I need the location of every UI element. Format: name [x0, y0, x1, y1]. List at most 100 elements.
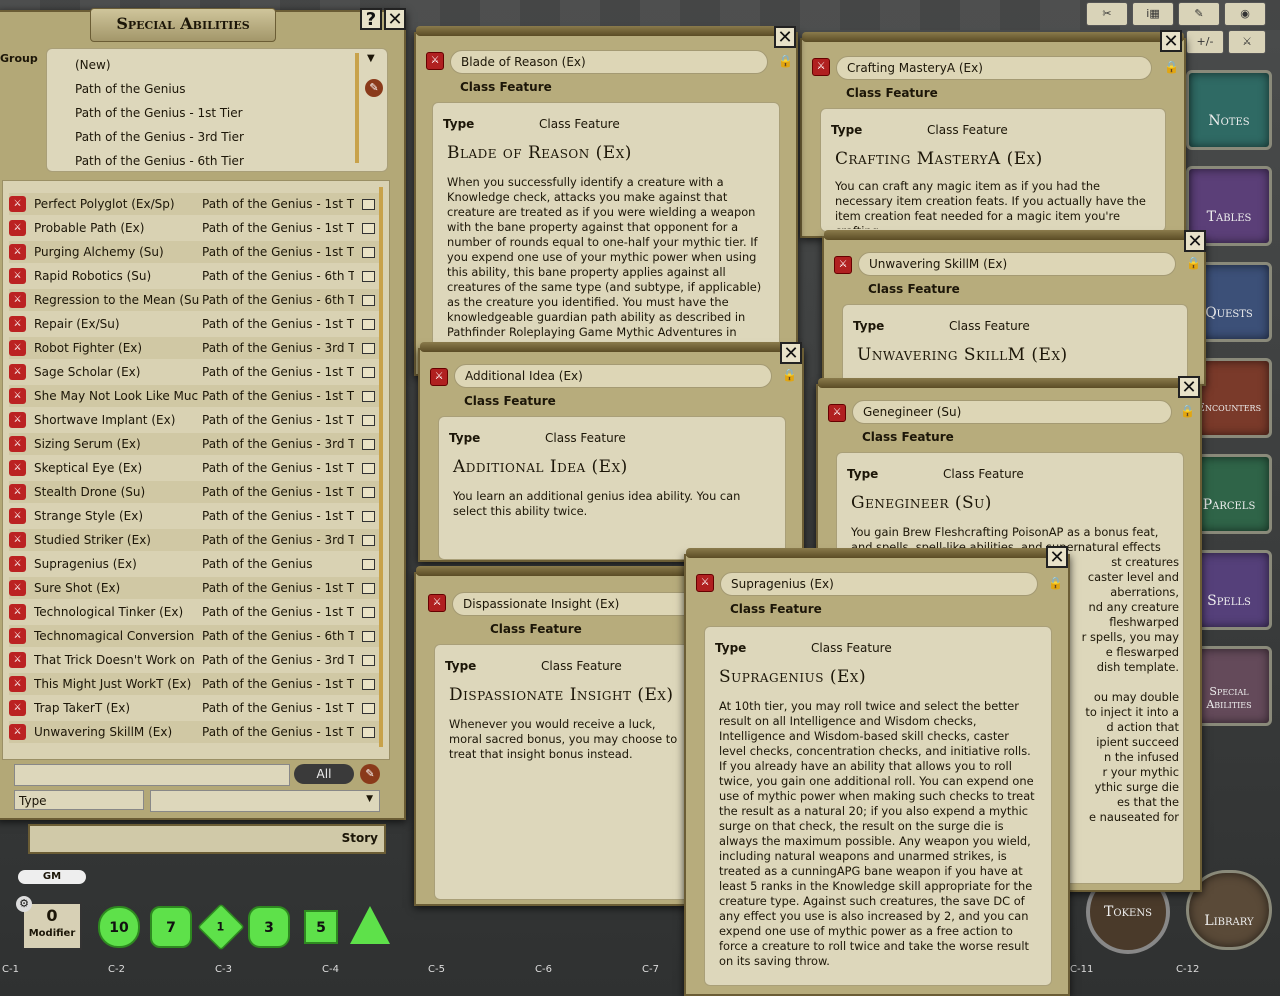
book-icon[interactable]	[362, 271, 375, 282]
record-icon[interactable]: ⚔	[828, 404, 846, 422]
record-icon[interactable]: ⚔	[430, 368, 448, 386]
list-scrollbar[interactable]	[379, 187, 383, 747]
die-d4[interactable]	[350, 906, 390, 944]
record-icon[interactable]: ⚔	[9, 340, 26, 356]
record-icon[interactable]: ⚔	[9, 628, 26, 644]
record-name[interactable]: Additional Idea (Ex)	[454, 364, 772, 388]
book-icon[interactable]	[362, 631, 375, 642]
book-icon[interactable]	[362, 535, 375, 546]
list-item[interactable]: ⚔ Shortwave Implant (Ex) Path of the Geniu…	[9, 409, 381, 431]
group-item[interactable]: Path of the Genius - 3rd Tier	[75, 125, 244, 149]
close-button[interactable]: ✕	[1178, 376, 1200, 398]
edit-icon[interactable]: ✎	[365, 79, 383, 97]
record-icon[interactable]: ⚔	[9, 580, 26, 596]
list-item[interactable]: ⚔ Sure Shot (Ex) Path of the Genius - 1st …	[9, 577, 381, 599]
list-item[interactable]: ⚔ Strange Style (Ex) Path of the Genius - …	[9, 505, 381, 527]
group-item[interactable]: Path of the Genius - 1st Tier	[75, 101, 243, 125]
list-item[interactable]: ⚔ Perfect Polyglot (Ex/Sp) Path of the Gen…	[9, 193, 381, 215]
dropdown-arrow-icon[interactable]: ▼	[367, 53, 375, 64]
gear-icon[interactable]: ⚙	[16, 896, 32, 912]
list-item[interactable]: ⚔ Stealth Drone (Su) Path of the Genius - …	[9, 481, 381, 503]
modifier-box[interactable]: 0 Modifier	[22, 902, 82, 950]
list-item[interactable]: ⚔ Unwavering SkillM (Ex) Path of the Geniu…	[9, 721, 381, 743]
list-item[interactable]: ⚔ Sizing Serum (Ex) Path of the Genius - 3…	[9, 433, 381, 455]
book-icon[interactable]	[362, 559, 375, 570]
record-icon[interactable]: ⚔	[426, 52, 444, 70]
list-item[interactable]: ⚔ Rapid Robotics (Su) Path of the Genius -…	[9, 265, 381, 287]
group-item[interactable]: Path of the Genius - 6th Tier	[75, 149, 244, 171]
record-icon[interactable]: ⚔	[9, 388, 26, 404]
type-filter-value[interactable]: ▼	[150, 790, 380, 812]
record-icon[interactable]: ⚔	[9, 244, 26, 260]
record-icon[interactable]: ⚔	[9, 436, 26, 452]
record-icon[interactable]: ⚔	[9, 676, 26, 692]
lock-icon[interactable]: 🔒	[1180, 404, 1195, 418]
story-button[interactable]: Story	[342, 831, 378, 845]
list-item[interactable]: ⚔ Technomagical Conversion (E Path of the …	[9, 625, 381, 647]
list-item[interactable]: ⚔ Probable Path (Ex) Path of the Genius - …	[9, 217, 381, 239]
lock-icon[interactable]: 🔒	[782, 368, 797, 382]
record-icon[interactable]: ⚔	[834, 256, 852, 274]
book-icon[interactable]	[362, 487, 375, 498]
tool-button-color[interactable]: ◉	[1224, 2, 1266, 26]
group-item-new[interactable]: (New)	[75, 53, 111, 77]
type-filter[interactable]: Type	[14, 790, 144, 810]
record-icon[interactable]: ⚔	[9, 724, 26, 740]
book-icon[interactable]	[362, 343, 375, 354]
tool-button-plusminus[interactable]: +/-	[1186, 30, 1224, 54]
record-name[interactable]: Blade of Reason (Ex)	[450, 50, 768, 74]
tool-button-info[interactable]: i▦	[1132, 2, 1174, 26]
list-item[interactable]: ⚔ Trap TakerT (Ex) Path of the Genius - 1s…	[9, 697, 381, 719]
book-icon[interactable]	[362, 391, 375, 402]
list-item[interactable]: ⚔ Purging Alchemy (Su) Path of the Genius …	[9, 241, 381, 263]
book-icon[interactable]	[362, 415, 375, 426]
record-icon[interactable]: ⚔	[428, 594, 446, 612]
record-icon[interactable]: ⚔	[9, 508, 26, 524]
close-button[interactable]: ✕	[774, 26, 796, 48]
record-icon[interactable]: ⚔	[9, 532, 26, 548]
book-icon[interactable]	[362, 199, 375, 210]
list-item[interactable]: ⚔ Robot Fighter (Ex) Path of the Genius - …	[9, 337, 381, 359]
group-scrollbar[interactable]	[355, 53, 359, 163]
record-icon[interactable]: ⚔	[9, 364, 26, 380]
tool-button-scissors[interactable]: ✂	[1086, 2, 1128, 26]
record-icon[interactable]: ⚔	[9, 268, 26, 284]
die-d6[interactable]: 5	[304, 910, 338, 944]
book-icon[interactable]	[362, 607, 375, 618]
record-icon[interactable]: ⚔	[9, 484, 26, 500]
book-icon[interactable]	[362, 247, 375, 258]
record-name[interactable]: Genegineer (Su)	[852, 400, 1172, 424]
lock-icon[interactable]: 🔒	[778, 54, 793, 68]
list-item[interactable]: ⚔ She May Not Look Like Much Path of the G…	[9, 385, 381, 407]
list-item[interactable]: ⚔ That Trick Doesn't Work on M Path of the…	[9, 649, 381, 671]
record-icon[interactable]: ⚔	[9, 412, 26, 428]
list-item[interactable]: ⚔ Supragenius (Ex) Path of the Genius	[9, 553, 381, 575]
filter-all-button[interactable]: All	[294, 764, 354, 784]
record-icon[interactable]: ⚔	[9, 604, 26, 620]
book-icon[interactable]	[362, 367, 375, 378]
record-icon[interactable]: ⚔	[9, 292, 26, 308]
lock-icon[interactable]: 🔒	[1164, 60, 1179, 74]
record-icon[interactable]: ⚔	[9, 700, 26, 716]
list-item[interactable]: ⚔ Sage Scholar (Ex) Path of the Genius - 1…	[9, 361, 381, 383]
record-icon[interactable]: ⚔	[9, 652, 26, 668]
record-name[interactable]: Supragenius (Ex)	[720, 572, 1038, 596]
book-icon[interactable]	[362, 679, 375, 690]
record-name[interactable]: Unwavering SkillM (Ex)	[858, 252, 1176, 276]
book-icon[interactable]	[362, 295, 375, 306]
book-icon[interactable]	[362, 463, 375, 474]
list-item[interactable]: ⚔ This Might Just WorkT (Ex) Path of the G…	[9, 673, 381, 695]
group-item[interactable]: Path of the Genius	[75, 77, 186, 101]
book-icon[interactable]	[362, 727, 375, 738]
die-d12[interactable]: 7	[150, 906, 192, 948]
book-icon[interactable]	[362, 223, 375, 234]
record-icon[interactable]: ⚔	[9, 220, 26, 236]
record-icon[interactable]: ⚔	[812, 58, 830, 76]
book-icon[interactable]	[362, 319, 375, 330]
book-icon[interactable]	[362, 511, 375, 522]
sidebar-notes[interactable]: Notes	[1186, 70, 1272, 150]
close-button[interactable]: ✕	[780, 342, 802, 364]
book-icon[interactable]	[362, 583, 375, 594]
lock-icon[interactable]: 🔒	[1048, 576, 1063, 590]
list-item[interactable]: ⚔ Repair (Ex/Su) Path of the Genius - 1st …	[9, 313, 381, 335]
